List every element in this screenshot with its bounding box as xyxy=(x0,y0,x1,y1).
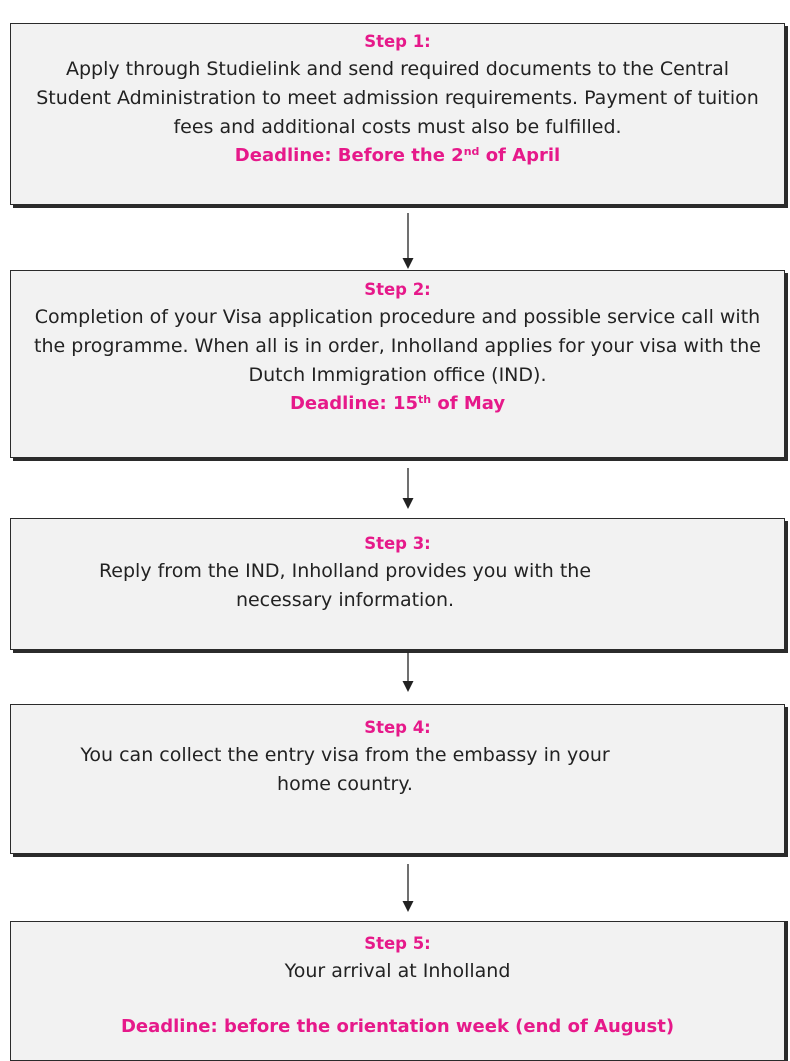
step-5-title: Step 5: xyxy=(364,934,431,953)
step-2-deadline-text: Deadline: 15 xyxy=(289,393,418,414)
step-2-title: Step 2: xyxy=(364,280,431,299)
step-5-description: Your arrival at Inholland xyxy=(284,960,511,982)
step-2-deadline: Deadline: 15th of May xyxy=(11,390,784,418)
step-1-title: Step 1: xyxy=(364,32,431,51)
arrow-3-to-4 xyxy=(402,652,414,692)
step-1-box: Step 1: Apply through Studielink and sen… xyxy=(10,23,785,205)
step-2-description: Completion of your Visa application proc… xyxy=(34,306,761,386)
step-5-box: Step 5: Your arrival at Inholland Deadli… xyxy=(10,921,785,1061)
step-3-box: Step 3: Reply from the IND, Inholland pr… xyxy=(10,518,785,650)
step-4-box: Step 4: You can collect the entry visa f… xyxy=(10,704,785,854)
step-1-deadline-month: of April xyxy=(479,145,561,166)
arrow-1-to-2 xyxy=(402,213,414,269)
step-1-deadline-text: Deadline: Before the 2 xyxy=(234,145,464,166)
step-3-title: Step 3: xyxy=(364,534,431,553)
arrow-2-to-3 xyxy=(402,468,414,509)
step-1-deadline-ordinal: nd xyxy=(463,145,480,158)
step-2-deadline-month: of May xyxy=(431,393,506,414)
step-2-deadline-ordinal: th xyxy=(418,393,432,406)
step-1-deadline: Deadline: Before the 2nd of April xyxy=(11,142,784,170)
step-4-title: Step 4: xyxy=(364,718,431,737)
step-2-box: Step 2: Completion of your Visa applicat… xyxy=(10,270,785,458)
step-5-deadline: Deadline: before the orientation week (e… xyxy=(120,1016,675,1037)
step-4-description: You can collect the entry visa from the … xyxy=(80,744,610,795)
step-3-description: Reply from the IND, Inholland provides y… xyxy=(98,560,592,611)
step-1-description: Apply through Studielink and send requir… xyxy=(36,58,759,138)
arrow-4-to-5 xyxy=(402,864,414,912)
